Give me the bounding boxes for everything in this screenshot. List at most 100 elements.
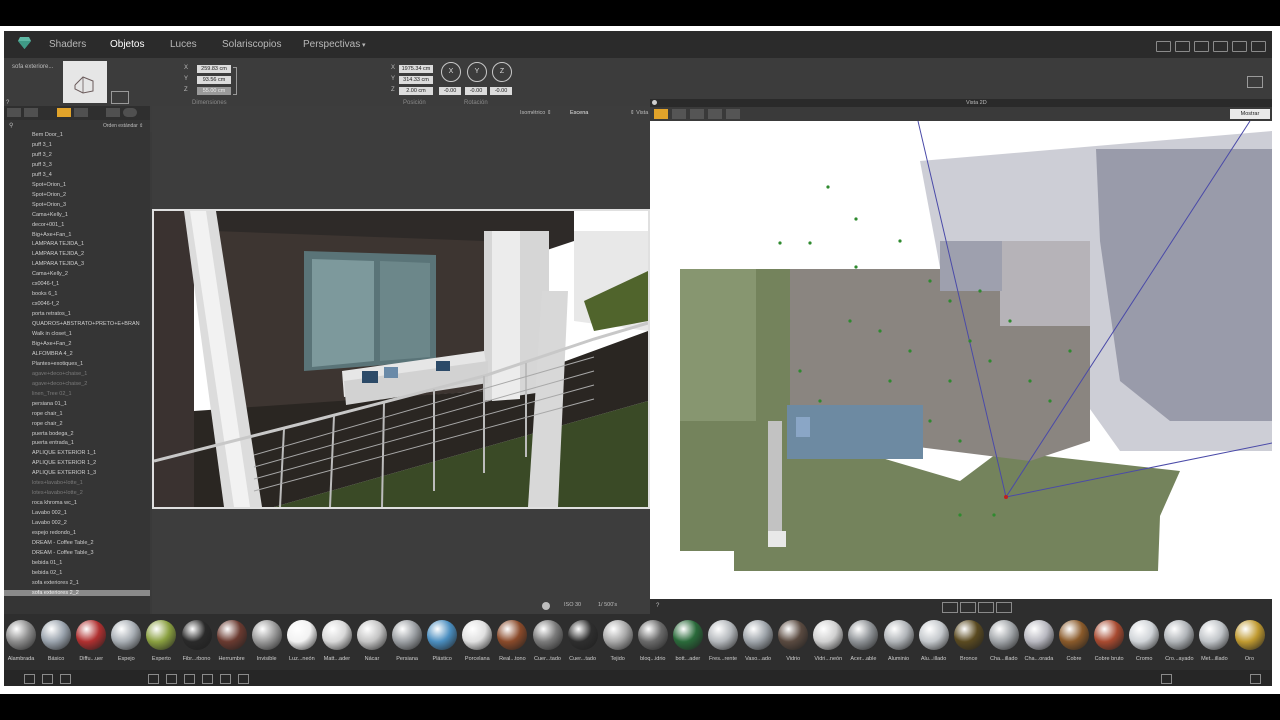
tree-item[interactable]: puff 3_3: [32, 162, 52, 168]
tree-item[interactable]: porta retratos_1: [32, 311, 71, 317]
floor-plan[interactable]: [650, 121, 1272, 599]
tree-item[interactable]: bebida 01_1: [32, 560, 62, 566]
tree-item[interactable]: decor+001_1: [32, 222, 64, 228]
material-swatch[interactable]: [1023, 620, 1054, 650]
lamp-icon[interactable]: [166, 674, 177, 684]
tree-item[interactable]: Lavabo 002_1: [32, 510, 67, 516]
rot-x-field[interactable]: -0.00: [439, 87, 461, 95]
list-view-button[interactable]: [74, 108, 88, 117]
render-settings-icon[interactable]: [542, 602, 550, 610]
tree-item[interactable]: Spot+Orion_3: [32, 202, 66, 208]
scene-select[interactable]: Escena: [570, 110, 588, 116]
tree-item[interactable]: agave+deco+chaise_1: [32, 371, 87, 377]
tree-item[interactable]: puff 3_4: [32, 172, 52, 178]
tree-item[interactable]: ALFOMBRA 4_2: [32, 351, 73, 357]
tree-item[interactable]: lotes+lavabo+lotte_2: [32, 490, 83, 496]
replace-object-icon[interactable]: [111, 91, 129, 104]
material-swatch[interactable]: [41, 620, 72, 650]
camera-icon[interactable]: [1213, 41, 1228, 52]
3d-viewport[interactable]: Isométrico ⇕ Escena ⇕ Vista ISO 30 1/ 50…: [152, 106, 650, 614]
brush-icon[interactable]: [42, 674, 53, 684]
tree-item[interactable]: cs0046-f_2: [32, 301, 59, 307]
tree-item[interactable]: APLIQUE EXTERIOR 1_1: [32, 450, 96, 456]
material-swatch[interactable]: [251, 620, 282, 650]
tree-item[interactable]: puerta entrada_1: [32, 440, 74, 446]
menu-objects[interactable]: Objetos: [110, 39, 144, 50]
material-swatch[interactable]: [146, 620, 177, 650]
material-swatch[interactable]: [1164, 620, 1195, 650]
material-swatch[interactable]: [1199, 620, 1230, 650]
material-swatch[interactable]: [778, 620, 809, 650]
car-icon[interactable]: [148, 674, 159, 684]
material-swatch[interactable]: [953, 620, 984, 650]
material-swatch[interactable]: [1094, 620, 1125, 650]
link-dimensions-icon[interactable]: [233, 67, 237, 95]
tree-item[interactable]: puff 3_2: [32, 152, 52, 158]
view-select[interactable]: ⇕ Vista: [630, 110, 648, 116]
people-icon[interactable]: [238, 674, 249, 684]
tree-item[interactable]: Big+Axe+Fan_2: [32, 341, 71, 347]
group-button[interactable]: [106, 108, 120, 117]
tree-item[interactable]: sofa exteriores 2_2: [4, 589, 150, 596]
pos-x-field[interactable]: 1975.34 cm: [399, 65, 433, 73]
add-object-button[interactable]: [7, 108, 21, 117]
material-swatch[interactable]: [918, 620, 949, 650]
eye-icon[interactable]: [123, 108, 137, 117]
pos-z-field[interactable]: 2.00 cm: [399, 87, 433, 95]
material-swatch[interactable]: [216, 620, 247, 650]
tree-item[interactable]: APLIQUE EXTERIOR 1_2: [32, 460, 96, 466]
object-thumbnail[interactable]: [63, 61, 107, 103]
house-icon[interactable]: [60, 674, 71, 684]
tree-item[interactable]: Big+Axe+Fan_1: [32, 232, 71, 238]
remove-object-button[interactable]: [24, 108, 38, 117]
tree-item[interactable]: lotes+lavabo+lotte_1: [32, 480, 83, 486]
window-icon[interactable]: [1251, 41, 1266, 52]
tree-item[interactable]: LAMPARA TEJIDA_2: [32, 251, 84, 257]
pos-y-field[interactable]: 314.33 cm: [399, 76, 433, 84]
camera-tool-button[interactable]: [708, 109, 722, 119]
material-swatch[interactable]: [567, 620, 598, 650]
search-icon[interactable]: ⚲: [9, 122, 13, 129]
rot-y-field[interactable]: -0.00: [465, 87, 487, 95]
tree-item[interactable]: Cama+Kelly_1: [32, 212, 68, 218]
material-swatch[interactable]: [1234, 620, 1265, 650]
material-swatch[interactable]: [813, 620, 844, 650]
sort-order-select[interactable]: Orden estándar ⇕: [103, 123, 143, 129]
panel-toggle-icon[interactable]: [1250, 674, 1261, 684]
upload-icon[interactable]: [1175, 41, 1190, 52]
material-swatch[interactable]: [672, 620, 703, 650]
material-swatch[interactable]: [357, 620, 387, 650]
tree-item[interactable]: sofa exteriores 2_1: [32, 580, 79, 586]
camera-mode-select[interactable]: Isométrico ⇕: [520, 110, 552, 116]
bed-icon[interactable]: [202, 674, 213, 684]
tree-item[interactable]: persiana 01_1: [32, 401, 67, 407]
close-icon[interactable]: [652, 100, 657, 105]
menu-solariscopes[interactable]: Solariscopios: [222, 39, 281, 50]
pan-icon[interactable]: [978, 602, 994, 613]
tree-item[interactable]: rope chair_1: [32, 411, 63, 417]
tree-item[interactable]: Lavabo 002_2: [32, 520, 67, 526]
render-preview[interactable]: [152, 209, 650, 509]
tree-item[interactable]: agave+deco+chaise_2: [32, 381, 87, 387]
material-swatch[interactable]: [321, 620, 352, 650]
tree-item[interactable]: roca khroma wc_1: [32, 500, 77, 506]
material-swatch[interactable]: [111, 620, 142, 650]
material-swatch[interactable]: [988, 620, 1019, 650]
material-swatch[interactable]: [6, 620, 36, 650]
tree-item[interactable]: DREAM - Coffee Table_2: [32, 540, 94, 546]
chair-icon[interactable]: [184, 674, 195, 684]
cart-icon[interactable]: [1156, 41, 1171, 52]
rotate-y-dial[interactable]: Y: [467, 62, 487, 82]
zoom-in-icon[interactable]: [960, 602, 976, 613]
tree-item[interactable]: Spot+Orion_1: [32, 182, 66, 188]
select-tool-button[interactable]: [654, 109, 668, 119]
dim-y-field[interactable]: 93.56 cm: [197, 76, 231, 84]
tree-item[interactable]: puerta bodega_2: [32, 431, 74, 437]
tree-item[interactable]: Cama+Kelly_2: [32, 271, 68, 277]
2d-view-panel[interactable]: Vista 2D Mostrar ?: [650, 99, 1272, 614]
material-swatch[interactable]: [1059, 620, 1089, 650]
tree-item[interactable]: cs0046-f_1: [32, 281, 59, 287]
material-swatch[interactable]: [462, 620, 493, 650]
material-swatch[interactable]: [1129, 620, 1160, 650]
tree-item[interactable]: Walk in closet_1: [32, 331, 72, 337]
